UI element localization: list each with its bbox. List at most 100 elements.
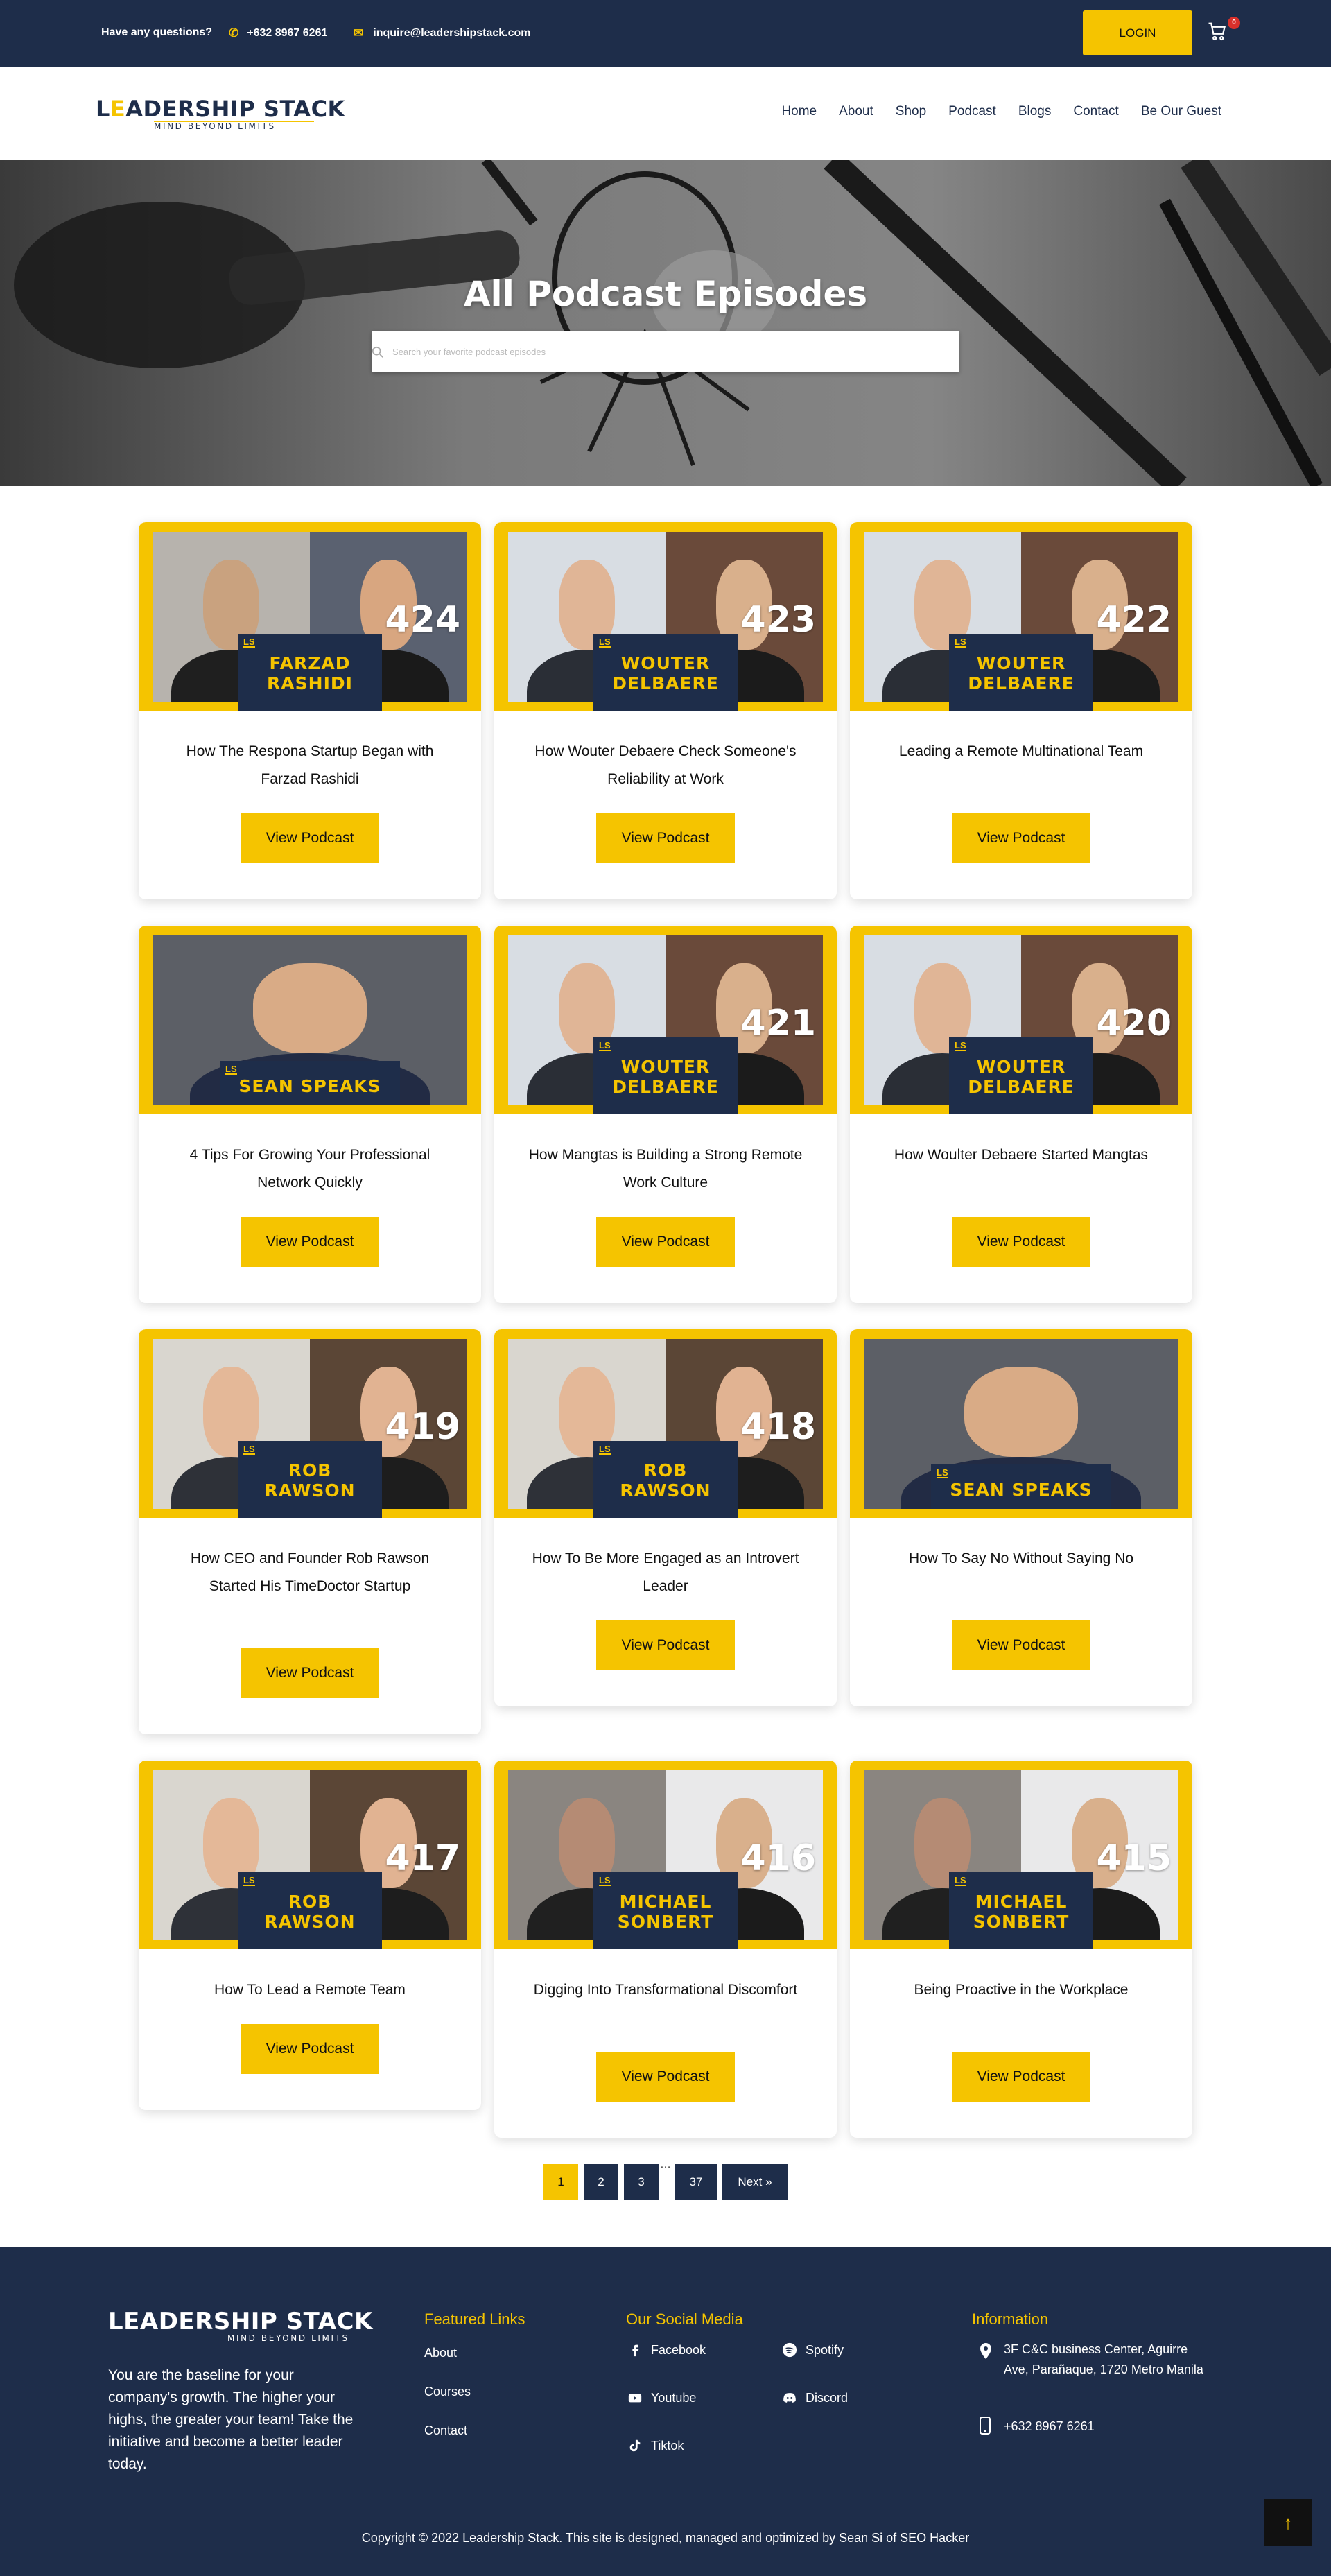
view-podcast-button[interactable]: View Podcast xyxy=(596,2052,735,2102)
social-youtube[interactable]: Youtube xyxy=(627,2390,696,2405)
episode-title[interactable]: How To Lead a Remote Team xyxy=(166,1976,453,2004)
episode-thumbnail[interactable]: 422 LS WOUTER DELBAERE xyxy=(850,522,1192,711)
episode-title[interactable]: How Wouter Debaere Check Someone's Relia… xyxy=(522,738,809,793)
login-button[interactable]: LOGIN xyxy=(1083,10,1192,55)
main-menu: Home About Shop Podcast Blogs Contact Be… xyxy=(759,104,1221,119)
episode-title[interactable]: How CEO and Founder Rob Rawson Started H… xyxy=(166,1545,453,1600)
episode-title[interactable]: How To Say No Without Saying No xyxy=(878,1545,1165,1573)
site-logo[interactable]: LEADERSHIP STACK MIND BEYOND LIMITS xyxy=(96,97,345,130)
guest-name: FARZAD RASHIDI xyxy=(267,653,353,693)
cart-button[interactable]: 0 xyxy=(1207,17,1240,46)
episode-title[interactable]: How The Respona Startup Began with Farza… xyxy=(166,738,453,793)
view-podcast-button[interactable]: View Podcast xyxy=(952,2052,1090,2102)
nav-contact[interactable]: Contact xyxy=(1073,104,1118,119)
guest-name-badge: LS ROB RAWSON xyxy=(238,1441,382,1518)
guest-name-badge: LS MICHAEL SONBERT xyxy=(949,1872,1093,1949)
mail-icon: ✉ xyxy=(354,26,364,40)
topbar-email[interactable]: ✉ inquire@leadershipstack.com xyxy=(354,26,530,40)
view-podcast-button[interactable]: View Podcast xyxy=(241,1648,379,1698)
nav-about[interactable]: About xyxy=(839,104,873,119)
episode-thumbnail[interactable]: LS SEAN SPEAKS xyxy=(139,926,481,1114)
episode-card: 417 LS ROB RAWSON How To Lead a Remote Team V… xyxy=(139,1761,481,2110)
footer-phone[interactable]: +632 8967 6261 xyxy=(1004,2417,1095,2437)
ls-badge-logo: LS xyxy=(599,1444,611,1455)
episode-thumbnail[interactable]: 424 LS FARZAD RASHIDI xyxy=(139,522,481,711)
search-icon[interactable] xyxy=(372,346,384,358)
episode-thumbnail[interactable]: 423 LS WOUTER DELBAERE xyxy=(494,522,837,711)
view-podcast-button[interactable]: View Podcast xyxy=(241,1217,379,1267)
episode-title[interactable]: Being Proactive in the Workplace xyxy=(878,1976,1165,2004)
tiktok-icon xyxy=(629,2439,641,2452)
nav-shop[interactable]: Shop xyxy=(896,104,926,119)
ls-badge-logo: LS xyxy=(225,1064,237,1075)
episode-thumbnail[interactable]: 419 LS ROB RAWSON xyxy=(139,1329,481,1518)
guest-name-badge: LS MICHAEL SONBERT xyxy=(593,1872,738,1949)
footer: LEADERSHIP STACK MIND BEYOND LIMITS You … xyxy=(0,2247,1331,2576)
footer-link-contact[interactable]: Contact xyxy=(424,2423,467,2438)
episode-title[interactable]: How To Be More Engaged as an Introvert L… xyxy=(522,1545,809,1600)
copyright-text: Copyright © 2022 Leadership Stack. This … xyxy=(361,2531,970,2545)
episode-title[interactable]: How Woulter Debaere Started Mangtas xyxy=(878,1141,1165,1169)
topbar-phone[interactable]: ✆ +632 8967 6261 xyxy=(229,26,327,40)
page-title: All Podcast Episodes xyxy=(463,274,868,314)
episode-title[interactable]: Digging Into Transformational Discomfort xyxy=(522,1976,809,2004)
podcast-search-input[interactable] xyxy=(372,331,912,372)
view-podcast-button[interactable]: View Podcast xyxy=(952,1620,1090,1670)
page-2-button[interactable]: 2 xyxy=(584,2164,618,2200)
page-1-button[interactable]: 1 xyxy=(543,2164,578,2200)
episode-number: 418 xyxy=(740,1406,816,1448)
featured-links-heading: Featured Links xyxy=(424,2310,525,2328)
view-podcast-button[interactable]: View Podcast xyxy=(952,1217,1090,1267)
nav-home[interactable]: Home xyxy=(781,104,817,119)
view-podcast-button[interactable]: View Podcast xyxy=(596,1620,735,1670)
social-discord[interactable]: Discord xyxy=(782,2390,848,2405)
footer-link-about[interactable]: About xyxy=(424,2346,457,2360)
guest-name: SEAN SPEAKS xyxy=(238,1076,381,1096)
footer-link-courses[interactable]: Courses xyxy=(424,2385,471,2399)
nav-blogs[interactable]: Blogs xyxy=(1018,104,1052,119)
view-podcast-button[interactable]: View Podcast xyxy=(952,813,1090,863)
episode-card: 421 LS WOUTER DELBAERE How Mangtas is Buildi… xyxy=(494,926,837,1303)
guest-name: MICHAEL SONBERT xyxy=(617,1892,714,1932)
guest-name: ROB RAWSON xyxy=(264,1460,356,1501)
episode-number: 417 xyxy=(385,1838,460,1879)
ls-badge-logo: LS xyxy=(599,1875,611,1886)
ls-badge-logo: LS xyxy=(955,1875,966,1886)
episode-thumbnail[interactable]: 415 LS MICHAEL SONBERT xyxy=(850,1761,1192,1949)
social-spotify[interactable]: Spotify xyxy=(782,2342,844,2358)
guest-name-badge: LS ROB RAWSON xyxy=(238,1872,382,1949)
episode-thumbnail[interactable]: 416 LS MICHAEL SONBERT xyxy=(494,1761,837,1949)
episode-thumbnail[interactable]: LS SEAN SPEAKS xyxy=(850,1329,1192,1518)
guest-name: ROB RAWSON xyxy=(620,1460,711,1501)
social-facebook[interactable]: Facebook xyxy=(627,2342,706,2358)
episode-title[interactable]: How Mangtas is Building a Strong Remote … xyxy=(522,1141,809,1197)
guest-name: MICHAEL SONBERT xyxy=(973,1892,1070,1932)
podcast-search xyxy=(372,331,959,372)
spotify-icon xyxy=(782,2342,797,2358)
episode-number: 423 xyxy=(740,599,816,641)
episode-thumbnail[interactable]: 421 LS WOUTER DELBAERE xyxy=(494,926,837,1114)
nav-podcast[interactable]: Podcast xyxy=(948,104,996,119)
back-to-top-button[interactable]: ↑ xyxy=(1264,2499,1312,2546)
episode-thumbnail[interactable]: 420 LS WOUTER DELBAERE xyxy=(850,926,1192,1114)
nav-be-our-guest[interactable]: Be Our Guest xyxy=(1141,104,1221,119)
episode-card: 415 LS MICHAEL SONBERT Being Proactive in th… xyxy=(850,1761,1192,2138)
page-3-button[interactable]: 3 xyxy=(624,2164,659,2200)
ls-badge-logo: LS xyxy=(243,1875,255,1886)
guest-name-badge: LS WOUTER DELBAERE xyxy=(949,1037,1093,1114)
view-podcast-button[interactable]: View Podcast xyxy=(596,813,735,863)
cart-count-badge: 0 xyxy=(1228,17,1240,29)
episode-thumbnail[interactable]: 417 LS ROB RAWSON xyxy=(139,1761,481,1949)
next-page-button[interactable]: Next » xyxy=(722,2164,788,2200)
view-podcast-button[interactable]: View Podcast xyxy=(241,2024,379,2074)
footer-address: 3F C&C business Center, Aguirre Ave, Par… xyxy=(1004,2342,1203,2376)
episode-thumbnail[interactable]: 418 LS ROB RAWSON xyxy=(494,1329,837,1518)
page-37-button[interactable]: 37 xyxy=(675,2164,717,2200)
footer-logo[interactable]: LEADERSHIP STACK MIND BEYOND LIMITS xyxy=(108,2309,372,2342)
view-podcast-button[interactable]: View Podcast xyxy=(241,813,379,863)
top-bar: Have any questions? ✆ +632 8967 6261 ✉ i… xyxy=(0,0,1331,67)
view-podcast-button[interactable]: View Podcast xyxy=(596,1217,735,1267)
episode-title[interactable]: 4 Tips For Growing Your Professional Net… xyxy=(166,1141,453,1197)
social-tiktok[interactable]: Tiktok xyxy=(627,2438,684,2453)
episode-title[interactable]: Leading a Remote Multinational Team xyxy=(878,738,1165,766)
